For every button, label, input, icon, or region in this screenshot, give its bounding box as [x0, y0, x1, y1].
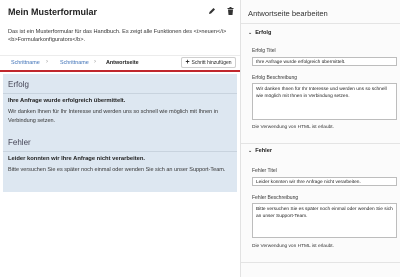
add-step-label: Schritt hinzufügen [191, 59, 232, 66]
error-description-label: Fehler Beschreibung [252, 195, 299, 201]
plus-icon: + [185, 59, 190, 66]
success-description-textarea[interactable]: Wir danken Ihnen für Ihr Interesse und w… [252, 83, 397, 120]
success-title-input[interactable]: Ihre Anfrage wurde erfolgreich übermitte… [252, 57, 397, 66]
section-toggle-success[interactable]: ⌄ Erfolg [248, 30, 271, 36]
preview-success-text: Wir danken Ihnen für Ihr Interesse und w… [8, 109, 219, 124]
error-title-input[interactable]: Leider konnten wir Ihre Anfrage nicht ve… [252, 177, 397, 186]
breadcrumb-step-1[interactable]: Schrittname [11, 60, 40, 66]
panel-title: Antwortseite bearbeiten [248, 9, 328, 18]
panel-divider-line [241, 262, 400, 263]
error-title-label: Fehler Titel [252, 168, 277, 174]
section-toggle-error[interactable]: ⌄ Fehler [248, 148, 272, 154]
pencil-icon[interactable] [207, 6, 217, 16]
preview-error-text: Bitte versuchen Sie es später noch einma… [8, 167, 226, 173]
breadcrumb-separator: › [94, 59, 96, 65]
response-page-preview: Erfolg Ihre Anfrage wurde erfolgreich üb… [3, 74, 237, 192]
form-editor: Mein Musterformular Das ist ein Musterfo… [0, 0, 240, 277]
breadcrumb-current-step[interactable]: Antwortseite [106, 60, 139, 66]
form-title: Mein Musterformular [8, 7, 98, 17]
chevron-down-icon: ⌄ [248, 148, 253, 154]
preview-success-title: Ihre Anfrage wurde erfolgreich übermitte… [8, 98, 126, 104]
success-description-label: Erfolg Beschreibung [252, 75, 298, 81]
success-html-hint: Die Verwendung von HTML ist erlaubt. [252, 125, 334, 130]
panel-divider-line [241, 23, 400, 24]
preview-divider [3, 93, 237, 94]
trash-icon[interactable] [225, 6, 235, 16]
add-step-button[interactable]: + Schritt hinzufügen [181, 57, 236, 68]
section-label-success: Erfolg [255, 30, 272, 36]
response-page-panel: Antwortseite bearbeiten ⌄ Erfolg Erfolg … [241, 0, 400, 277]
preview-divider [3, 151, 237, 152]
breadcrumb-separator: › [46, 59, 48, 65]
breadcrumb-step-2[interactable]: Schrittname [60, 60, 89, 66]
success-title-label: Erfolg Titel [252, 48, 276, 54]
preview-error-heading: Fehler [8, 138, 31, 147]
chevron-down-icon: ⌄ [248, 30, 253, 36]
preview-success-heading: Erfolg [8, 80, 29, 89]
form-description: Das ist ein Musterformular für das Handb… [8, 29, 227, 43]
error-description-textarea[interactable]: Bitte versuchen Sie es später noch einma… [252, 203, 397, 238]
preview-error-title: Leider konnten wir Ihre Anfrage nicht ve… [8, 156, 146, 162]
active-step-underline [0, 70, 240, 72]
error-html-hint: Die Verwendung von HTML ist erlaubt. [252, 244, 334, 249]
panel-divider-line [241, 143, 400, 144]
section-label-error: Fehler [255, 148, 272, 154]
